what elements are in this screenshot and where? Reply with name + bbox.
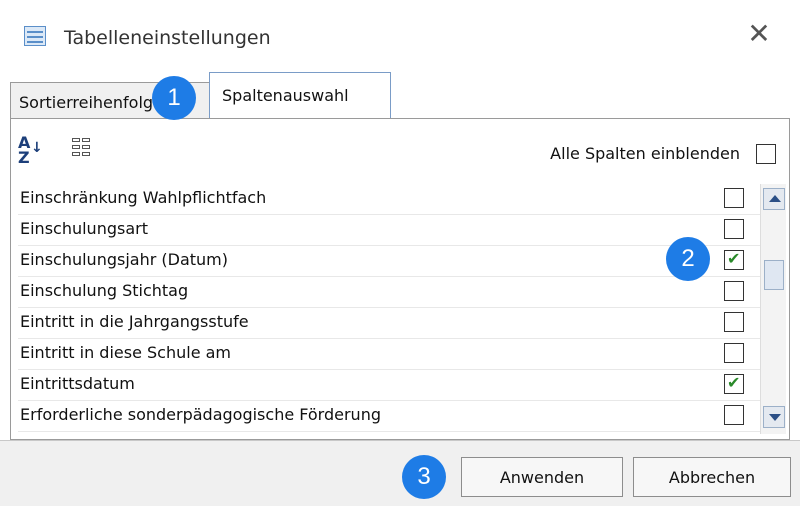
list-item[interactable]: Eintrittsdatum <box>18 370 760 401</box>
window-title: Tabelleneinstellungen <box>64 27 271 49</box>
list-item[interactable]: Einschulungsart <box>18 215 760 246</box>
scroll-up-button[interactable] <box>763 188 785 210</box>
column-checkbox[interactable] <box>724 373 744 394</box>
column-checkbox[interactable] <box>724 343 744 363</box>
show-all-columns-checkbox[interactable] <box>756 144 776 164</box>
list-item[interactable]: Eintritt in diese Schule am <box>18 339 760 370</box>
list-item[interactable]: Einschulung Stichtag <box>18 277 760 308</box>
close-icon[interactable]: ✕ <box>744 20 774 50</box>
column-label: Eintritt in diese Schule am <box>20 343 232 362</box>
list-item[interactable]: Erforderliche sonderpädagogische Förderu… <box>18 401 760 432</box>
chevron-down-icon <box>769 414 781 421</box>
callout-badge: 1 <box>152 76 196 120</box>
list-item[interactable]: Einschränkung Wahlpflichtfach <box>18 184 760 215</box>
column-checkbox[interactable] <box>724 188 744 208</box>
cancel-button[interactable]: Abbrechen <box>633 457 791 497</box>
sort-az-icon[interactable]: A Z ↓ <box>18 135 43 166</box>
table-icon <box>24 26 46 46</box>
column-label: Eintrittsdatum <box>20 374 135 393</box>
scroll-down-button[interactable] <box>763 406 785 428</box>
column-checkbox[interactable] <box>724 249 744 270</box>
tab-column-selection-label: Spaltenauswahl <box>222 86 349 105</box>
column-checkbox[interactable] <box>724 281 744 301</box>
list-item[interactable]: Einschulungsjahr (Datum) <box>18 246 760 277</box>
callout-badge: 2 <box>666 237 710 281</box>
column-list: Einschränkung Wahlpflichtfach Einschulun… <box>18 184 760 436</box>
vertical-scrollbar[interactable] <box>760 184 786 434</box>
column-label: Erforderliche sonderpädagogische Förderu… <box>20 405 381 424</box>
column-checkbox[interactable] <box>724 312 744 332</box>
column-checkbox[interactable] <box>724 405 744 425</box>
chevron-up-icon <box>769 195 781 202</box>
column-label: Einschulungsart <box>20 219 148 238</box>
tab-column-selection[interactable]: Spaltenauswahl <box>209 72 391 119</box>
column-label: Einschulung Stichtag <box>20 281 189 300</box>
title-bar: Tabelleneinstellungen ✕ <box>0 0 800 70</box>
tab-sort-order-label: Sortierreihenfolge <box>19 93 163 112</box>
column-checkbox[interactable] <box>724 219 744 239</box>
list-item[interactable]: Eintritt in die Jahrgangsstufe <box>18 308 760 339</box>
column-layout-icon[interactable] <box>72 138 94 162</box>
callout-badge: 3 <box>402 455 446 499</box>
column-label: Einschulungsjahr (Datum) <box>20 250 228 269</box>
apply-button[interactable]: Anwenden <box>461 457 623 497</box>
column-label: Eintritt in die Jahrgangsstufe <box>20 312 249 331</box>
column-label: Einschränkung Wahlpflichtfach <box>20 188 267 207</box>
show-all-columns-label: Alle Spalten einblenden <box>550 144 740 163</box>
scroll-thumb[interactable] <box>764 260 784 290</box>
